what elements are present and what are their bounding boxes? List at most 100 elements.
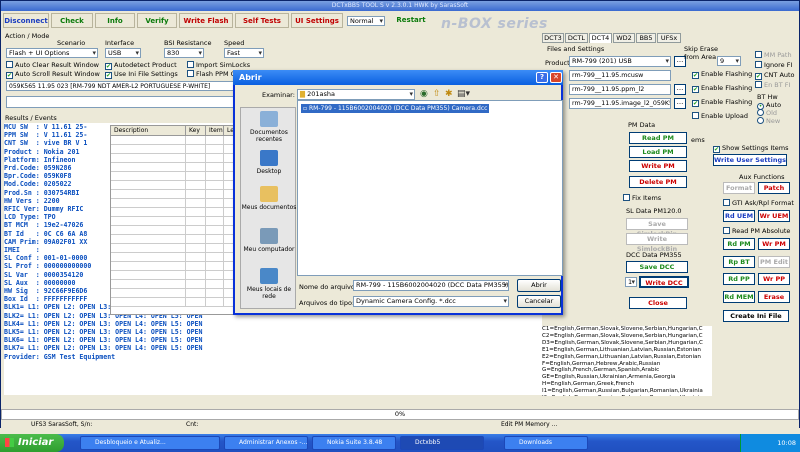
auto-scroll-checkbox[interactable]: ✔ Auto Scroll Result Window	[6, 70, 100, 79]
ui-settings-button[interactable]: UI Settings	[291, 13, 343, 28]
lookin-select[interactable]: ▇ 201asha	[297, 89, 415, 100]
speed-select[interactable]: Fast	[224, 48, 264, 58]
save-dcc-button[interactable]: Save DCC	[626, 261, 688, 273]
task-desbloqueio[interactable]: Desbloqueio e Atualiz...	[80, 436, 220, 450]
language-item[interactable]: I1=English,German,Russian,Bulgarian,Roma…	[542, 388, 712, 395]
language-item[interactable]: I2=English,German,Russian,Bulgarian,Roma…	[542, 395, 712, 396]
language-item[interactable]: F=English,German,Hebrew,Arabic,Russian	[542, 361, 712, 368]
create-ini-button[interactable]: Create Ini File	[723, 310, 789, 322]
place-network[interactable]: Meus locais de rede	[241, 268, 297, 300]
check-button[interactable]: Check	[51, 13, 93, 28]
wr-pp-button[interactable]: Wr PP	[758, 273, 790, 285]
language-item[interactable]: E2=English,German,Lithuanian,Latvian,Rus…	[542, 354, 712, 361]
dcc-count-spinner[interactable]: 1	[625, 277, 637, 287]
tab-dctl[interactable]: DCTL	[565, 33, 588, 43]
tab-ufsx[interactable]: UFSx	[657, 33, 681, 43]
erase-button[interactable]: Erase	[758, 291, 790, 303]
ppm-file-field[interactable]: rm-799__11.95.ppm_l2	[569, 84, 671, 95]
place-desktop[interactable]: Desktop	[241, 150, 297, 175]
place-my-documents[interactable]: Meus documentos	[241, 186, 297, 211]
restart-button[interactable]: Restart	[389, 13, 433, 28]
cnt-auto-checkbox[interactable]: ✔ CNT Auto	[755, 71, 795, 80]
patch-button[interactable]: Patch	[758, 182, 790, 194]
enable-flashing-2-checkbox[interactable]: ✔ Enable Flashing	[692, 84, 752, 93]
mcu-file-field[interactable]: rm-799__11.95.mcusw	[569, 70, 671, 81]
task-dctxbb5[interactable]: Dctxbb5	[400, 436, 484, 450]
self-tests-button[interactable]: Self Tests	[235, 13, 289, 28]
language-item[interactable]: C1=English,German,Slovak,Slovene,Serbian…	[542, 326, 712, 333]
auto-clear-checkbox[interactable]: Auto Clear Result Window	[6, 61, 99, 70]
flash-ppm-checkbox[interactable]: Flash PPM Or	[187, 70, 238, 79]
load-pm-button[interactable]: Load PM	[629, 146, 687, 158]
close-icon[interactable]: ✕	[550, 72, 562, 83]
enable-flashing-3-checkbox[interactable]: ✔ Enable Flashing	[692, 98, 752, 107]
save-simlock-button[interactable]: Save SimlockBin	[626, 218, 688, 238]
en-bt-fi-checkbox[interactable]: En BT FI	[755, 81, 790, 90]
filetype-select[interactable]: Dynamic Camera Config. *.dcc	[353, 296, 509, 307]
read-pm-absolute-checkbox[interactable]: Read PM Absolute	[723, 227, 790, 236]
up-folder-icon[interactable]: ⇧	[433, 89, 441, 99]
back-icon[interactable]: ◉	[420, 89, 428, 99]
gti-format-checkbox[interactable]: GTI Ask/Rpl Format	[723, 199, 794, 208]
mm-path-checkbox[interactable]: MM Path	[755, 51, 792, 60]
autodetect-checkbox[interactable]: ✔ Autodetect Product	[105, 61, 177, 70]
browse-ppm-button[interactable]: ...	[674, 84, 686, 95]
command-input[interactable]	[6, 96, 238, 108]
read-pm-button[interactable]: Read PM	[629, 132, 687, 144]
rp-bt-button[interactable]: Rp BT	[723, 256, 755, 268]
show-settings-checkbox[interactable]: ✔ Show Settings Items	[713, 144, 789, 153]
browse-image-button[interactable]: ...	[674, 98, 686, 109]
info-button[interactable]: Info	[95, 13, 135, 28]
place-recent[interactable]: Documentos recentes	[241, 111, 297, 143]
enable-flashing-1-checkbox[interactable]: ✔ Enable Flashing	[692, 70, 752, 79]
new-folder-icon[interactable]: ✱	[445, 89, 453, 99]
rd-uem-button[interactable]: Rd UEM	[723, 210, 755, 222]
write-dcc-button[interactable]: Write DCC	[639, 276, 689, 288]
skip-erase-select[interactable]: 9	[717, 56, 741, 66]
verify-button[interactable]: Verify	[137, 13, 177, 28]
bt-new-radio[interactable]: New	[757, 117, 780, 126]
tab-bb5[interactable]: BB5	[636, 33, 656, 43]
language-item[interactable]: E1=English,German,Lithuanian,Latvian,Rus…	[542, 347, 712, 354]
tab-dct4[interactable]: DCT4	[589, 33, 612, 43]
language-item[interactable]: D3=English,German,Slovak,Slovene,Serbian…	[542, 340, 712, 347]
task-nokia-suite[interactable]: Nokia Suite 3.8.48	[312, 436, 396, 450]
language-item[interactable]: C2=English,German,Slovak,Slovene,Serbian…	[542, 333, 712, 340]
disconnect-button[interactable]: Disconnect	[3, 13, 49, 28]
cancel-button[interactable]: Cancelar	[517, 295, 561, 308]
tab-wd2[interactable]: WD2	[613, 33, 635, 43]
rd-pp-button[interactable]: Rd PP	[723, 273, 755, 285]
file-item[interactable]: ▫ RM-799 - 115B6002004020 (DCC Data PM35…	[301, 104, 490, 113]
fix-items-checkbox[interactable]: Fix Items	[623, 194, 661, 203]
enable-upload-checkbox[interactable]: Enable Upload	[692, 112, 748, 121]
rd-mem-button[interactable]: Rd MEM	[723, 291, 755, 303]
language-item[interactable]: G=English,French,German,Spanish,Arabic	[542, 367, 712, 374]
pm-edit-button[interactable]: PM Edit	[758, 256, 790, 268]
filename-input[interactable]: RM-799 - 115B6002004020 (DCC Data PM355)…	[353, 280, 509, 291]
bsi-select[interactable]: 830	[164, 48, 204, 58]
ignore-fi-checkbox[interactable]: Ignore FI	[755, 61, 792, 70]
wr-pm-button[interactable]: Wr PM	[758, 238, 790, 250]
language-item[interactable]: GE=English,Russian,Ukrainian,Armenia,Geo…	[542, 374, 712, 381]
language-item[interactable]: H=English,German,Greek,French	[542, 381, 712, 388]
write-pm-button[interactable]: Write PM	[629, 160, 687, 172]
start-button[interactable]: Iniciar	[0, 434, 64, 452]
delete-pm-button[interactable]: Delete PM	[629, 176, 687, 188]
view-menu-icon[interactable]: ▤▾	[457, 89, 470, 99]
use-ini-checkbox[interactable]: ✔ Use Ini File Settings	[105, 70, 178, 79]
write-user-settings-button[interactable]: Write User Settings	[713, 154, 787, 166]
rd-pm-button[interactable]: Rd PM	[723, 238, 755, 250]
product-select[interactable]: RM-799 (201) USB	[569, 56, 671, 67]
place-my-computer[interactable]: Meu computador	[241, 228, 297, 253]
write-simlock-button[interactable]: Write SimlockBin	[626, 233, 688, 253]
task-administrar[interactable]: Administrar Anexos -...	[224, 436, 308, 450]
close-button[interactable]: Close	[629, 297, 687, 309]
import-simlocks-checkbox[interactable]: Import SimLocks	[187, 61, 250, 70]
write-flash-button[interactable]: Write Flash	[179, 13, 233, 28]
format-button[interactable]: Format	[723, 182, 755, 194]
mode-select[interactable]: Normal	[347, 16, 385, 26]
tab-dct3[interactable]: DCT3	[542, 33, 564, 43]
interface-select[interactable]: USB	[105, 48, 141, 58]
task-downloads[interactable]: Downloads	[504, 436, 588, 450]
help-icon[interactable]: ?	[536, 72, 548, 83]
